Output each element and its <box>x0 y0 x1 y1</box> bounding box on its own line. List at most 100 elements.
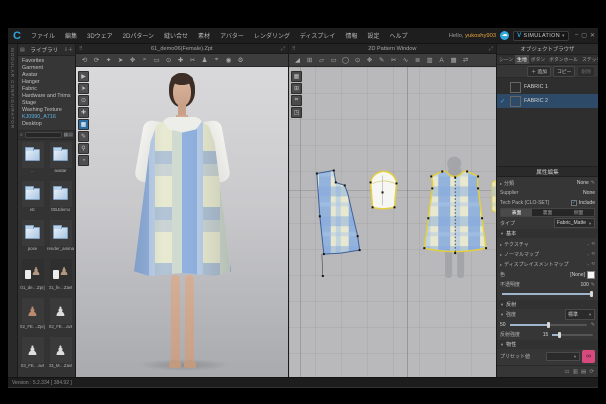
library-location[interactable]: Fabric <box>18 86 75 93</box>
expander-icon[interactable]: ▸ <box>500 181 502 186</box>
footer-icon-view-rows[interactable]: ▤ <box>581 369 586 375</box>
menu-item[interactable]: 3Dウェア <box>83 29 117 42</box>
expand-icon[interactable]: ⤢ <box>489 46 493 52</box>
window-control-minimize[interactable]: – <box>575 32 578 39</box>
panel-menu-icon[interactable]: ▤ <box>20 47 25 53</box>
slot-icon[interactable]: ▫ <box>588 242 590 247</box>
object-tab[interactable]: ボタン <box>529 55 547 64</box>
side-tool-3d-simulate[interactable]: ▶ <box>78 71 89 82</box>
fabric-row-fabric-2[interactable]: ✓ FABRIC 2 <box>497 94 598 108</box>
tool-2d-transform-pattern[interactable]: ◢ <box>292 55 303 66</box>
menu-item[interactable]: 素材 <box>194 29 214 42</box>
object-action-button-copy[interactable]: コピー <box>552 65 576 77</box>
viewport-2d[interactable]: ▦ ⊞ ⌗ ◳ <box>289 67 496 377</box>
library-file[interactable]: ♟ 03_M…Zavt <box>47 337 74 375</box>
side-tool-3d-pen[interactable]: ✎ <box>78 131 89 142</box>
face-tab[interactable]: 側面 <box>563 209 594 216</box>
side-tool-3d-texture[interactable]: ▦ <box>78 119 89 130</box>
library-location[interactable]: Garment <box>18 65 75 72</box>
tool-3d-pin-tool[interactable]: ⊙ <box>163 55 174 66</box>
side-tool-2d-layout[interactable]: ◳ <box>291 107 302 118</box>
menu-item[interactable]: 情報 <box>341 29 361 42</box>
object-action-button-add[interactable]: ＋ 追加 <box>527 65 551 77</box>
library-location[interactable]: Desktop <box>18 121 75 128</box>
library-location[interactable]: Washing Texture <box>18 107 75 114</box>
side-tool-3d-pose[interactable]: ⚲ <box>78 143 89 154</box>
face-tab[interactable]: 表面 <box>501 209 532 217</box>
tool-2d-circle-tool[interactable]: ◯ <box>340 55 351 66</box>
face-tab[interactable]: 裏面 <box>532 209 563 216</box>
tool-2d-grading-tool[interactable]: ▦ <box>448 55 459 66</box>
cloud-sync-icon[interactable]: ☁ <box>500 31 510 40</box>
tool-3d-scissors-tool[interactable]: ✂ <box>187 55 198 66</box>
pattern-piece-side[interactable] <box>315 169 361 277</box>
object-tab[interactable]: ボタンホール <box>547 55 580 64</box>
intensity-slider[interactable] <box>509 321 587 328</box>
menu-item[interactable]: 編集 <box>61 29 81 42</box>
library-header-icon-add[interactable]: ＋ <box>68 47 73 53</box>
tool-3d-tape-tool[interactable]: ⌖ <box>211 55 222 66</box>
menu-item[interactable]: ファイル <box>27 29 59 42</box>
search-input[interactable] <box>24 132 62 138</box>
library-location[interactable]: Hardware and Trims <box>18 93 75 100</box>
tool-3d-select-tool[interactable]: ➤ <box>115 55 126 66</box>
side-tool-3d-sew[interactable]: ✚ <box>78 107 89 118</box>
object-tab[interactable]: シーン <box>497 55 515 64</box>
expander-icon[interactable]: ▼ <box>500 312 504 317</box>
side-tool-3d-render[interactable]: ◔ <box>78 155 89 166</box>
intensity-dropdown[interactable]: 標準 ▼ <box>565 309 595 321</box>
type-dropdown[interactable]: Fabric_Matte ▼ <box>553 218 595 229</box>
tool-3d-sewing-tool[interactable]: ✚ <box>175 55 186 66</box>
menu-item[interactable]: 2Dパターン <box>119 29 158 42</box>
tool-2d-internal-line-tool[interactable]: ≣ <box>412 55 423 66</box>
color-swatch[interactable] <box>587 270 595 279</box>
tool-3d-rect-select-tool[interactable]: ▭ <box>151 55 162 66</box>
library-file[interactable]: render_animat <box>47 220 74 258</box>
tool-2d-polygon-tool[interactable]: ▱ <box>316 55 327 66</box>
side-tool-3d-select[interactable]: ➤ <box>78 83 89 94</box>
tool-2d-text-tool[interactable]: A <box>436 55 447 66</box>
library-location[interactable]: Avatar <box>18 72 75 79</box>
library-location[interactable]: Hanger <box>18 79 75 86</box>
modular-configurator-rail[interactable]: MODULAR CONFIGURATOR <box>8 44 18 377</box>
object-tab[interactable]: ステッチ <box>580 55 598 64</box>
window-control-maximize[interactable]: ▢ <box>581 32 587 39</box>
pattern-piece-sleeve[interactable] <box>369 170 398 210</box>
library-file[interactable]: avatar <box>47 142 74 180</box>
edit-icon[interactable]: ✎ <box>591 180 595 186</box>
slot-icon[interactable]: ▫ <box>588 252 590 257</box>
side-tool-3d-pin[interactable]: ⊙ <box>78 95 89 106</box>
tool-2d-rectangle-tool[interactable]: ▭ <box>328 55 339 66</box>
window-control-close[interactable]: ✕ <box>590 32 595 39</box>
library-file[interactable]: ♟ 01_fe…Zavt <box>47 259 74 297</box>
expander-icon[interactable]: ▸ <box>500 252 502 257</box>
library-file[interactable]: .. <box>19 142 46 180</box>
side-tool-2d-snap[interactable]: ⊞ <box>291 83 302 94</box>
footer-icon-view-single[interactable]: ▭ <box>564 369 569 375</box>
library-file[interactable]: ♟ 02_FE…avt <box>47 298 74 336</box>
pattern-piece-front[interactable] <box>423 170 488 255</box>
slot-icon[interactable]: ▫ <box>588 262 590 267</box>
tool-3d-gizmo-tool[interactable]: ⚙ <box>235 55 246 66</box>
tool-3d-zoom-tool[interactable]: ⌕ <box>139 55 150 66</box>
tool-3d-light[interactable]: ✦ <box>103 55 114 66</box>
clo-set-connect-button[interactable]: ∞ <box>582 349 595 363</box>
menu-item[interactable]: レンダリング <box>250 29 294 42</box>
edit-icon[interactable]: ✎ <box>591 282 595 288</box>
edit-icon[interactable]: ✎ <box>591 322 595 328</box>
reload-icon[interactable]: ⟲ <box>591 251 595 257</box>
include-checkbox[interactable]: ✓ <box>570 200 577 207</box>
view-icon-view-list[interactable]: ▤ <box>68 132 73 138</box>
library-file[interactable]: ♟ 03_FE…avt <box>19 337 46 375</box>
preset-dropdown[interactable]: ▼ <box>546 351 580 361</box>
section-physics[interactable]: ▼ 物性 <box>497 340 598 349</box>
tool-2d-edit-pattern[interactable]: ⊞ <box>304 55 315 66</box>
tool-3d-show-avatar[interactable]: ◉ <box>223 55 234 66</box>
tool-2d-hatch-tool[interactable]: ▥ <box>424 55 435 66</box>
library-file[interactable]: etc <box>19 181 46 219</box>
tool-3d-redo[interactable]: ⟳ <box>91 55 102 66</box>
roughness-slider[interactable] <box>552 331 593 338</box>
library-file[interactable]: OBJdemo <box>47 181 74 219</box>
menu-item[interactable]: 設定 <box>363 29 383 42</box>
section-basic[interactable]: ▼ 基本 <box>497 229 598 239</box>
